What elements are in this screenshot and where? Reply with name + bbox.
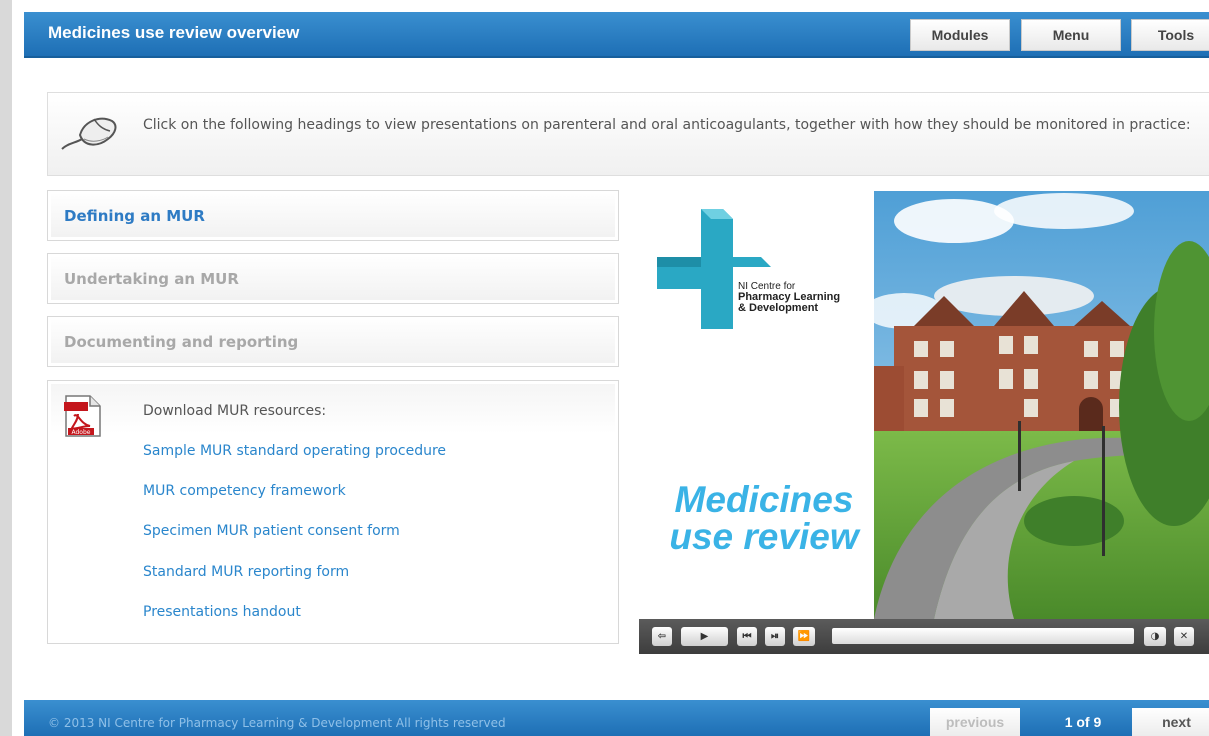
volume-icon[interactable]: ◑ — [1144, 627, 1166, 646]
logo-text: NI Centre for Pharmacy Learning & Develo… — [738, 281, 840, 314]
heading-defining-mur[interactable]: Defining an MUR — [47, 190, 619, 241]
pdf-icon-text: Adobe — [72, 429, 91, 436]
page-title: Medicines use review overview — [48, 23, 300, 42]
promo-line-1: Medicines — [674, 479, 854, 520]
app-frame: Medicines use review overview Modules Me… — [0, 0, 1209, 736]
resources-header-band — [51, 384, 615, 434]
exit-icon[interactable]: ⇦ — [652, 627, 672, 646]
modules-button[interactable]: Modules — [910, 19, 1010, 51]
pdf-icon: Adobe — [62, 394, 102, 442]
previous-button[interactable]: previous — [930, 708, 1020, 736]
video-player[interactable]: NI Centre for Pharmacy Learning & Develo… — [639, 191, 1209, 619]
menu-button[interactable]: Menu — [1021, 19, 1121, 51]
copyright-text: © 2013 NI Centre for Pharmacy Learning &… — [48, 716, 506, 730]
video-controls: ⇦ ▶ ⏮ ⏯ ⏩ ◑ ✕ — [639, 619, 1209, 654]
step-forward-icon[interactable]: ⏯ — [765, 627, 785, 646]
mouse-icon — [58, 109, 120, 159]
tools-button[interactable]: Tools — [1131, 19, 1209, 51]
fast-forward-icon[interactable]: ⏩ — [793, 627, 815, 646]
campus-building-image — [874, 191, 1209, 619]
heading-undertaking-mur[interactable]: Undertaking an MUR — [47, 253, 619, 304]
header-bar: Medicines use review overview Modules Me… — [24, 12, 1209, 58]
skip-back-icon[interactable]: ⏮ — [737, 627, 757, 646]
link-competency-framework[interactable]: MUR competency framework — [143, 483, 346, 499]
footer-bar: © 2013 NI Centre for Pharmacy Learning &… — [24, 700, 1209, 736]
video-progress-bar[interactable] — [832, 628, 1134, 644]
link-presentations-handout[interactable]: Presentations handout — [143, 604, 301, 620]
link-consent-form[interactable]: Specimen MUR patient consent form — [143, 523, 400, 539]
close-icon[interactable]: ✕ — [1174, 627, 1194, 646]
resources-panel: Adobe Download MUR resources: Sample MUR… — [47, 380, 619, 644]
logo-line-3: & Development — [738, 302, 819, 314]
heading-documenting-reporting[interactable]: Documenting and reporting — [47, 316, 619, 367]
resources-heading: Download MUR resources: — [143, 403, 327, 419]
video-promo-title: Medicines use review — [649, 481, 879, 555]
instruction-box: Click on the following headings to view … — [47, 92, 1209, 176]
link-reporting-form[interactable]: Standard MUR reporting form — [143, 564, 349, 580]
link-sample-sop[interactable]: Sample MUR standard operating procedure — [143, 443, 446, 459]
next-button[interactable]: next — [1132, 708, 1209, 736]
promo-line-2: use review — [669, 516, 859, 557]
play-icon[interactable]: ▶ — [681, 627, 728, 646]
instruction-text: Click on the following headings to view … — [143, 117, 1191, 133]
page-counter: 1 of 9 — [1064, 714, 1102, 730]
